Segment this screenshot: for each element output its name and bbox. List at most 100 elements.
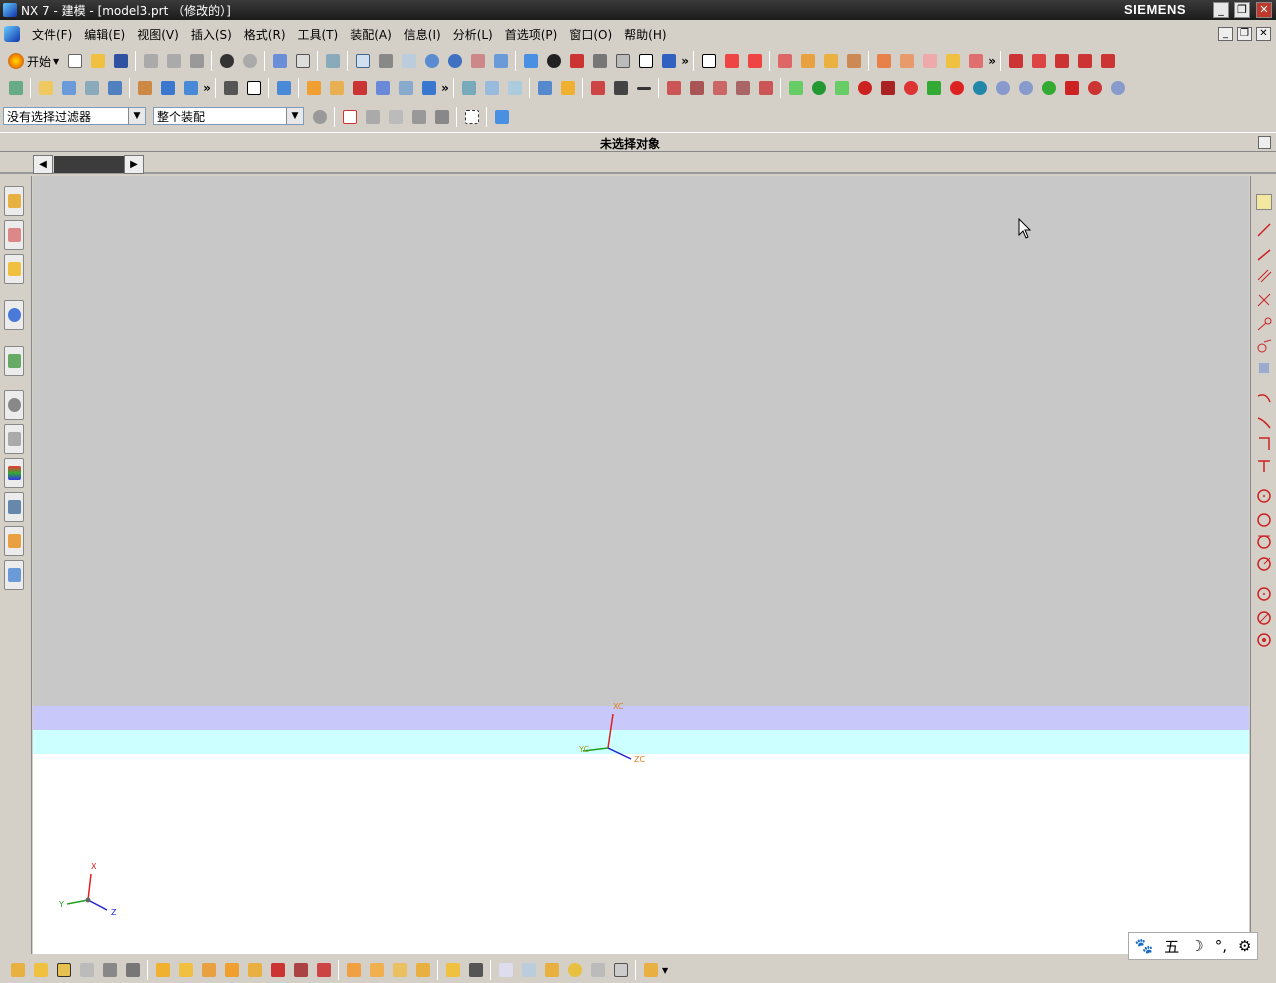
toolbar-overflow-icon[interactable]: » bbox=[202, 81, 212, 95]
doc-restore-button[interactable]: ❐ bbox=[1237, 27, 1252, 41]
spline-icon[interactable] bbox=[1052, 51, 1072, 71]
menu-view[interactable]: 视图(V) bbox=[131, 26, 185, 43]
select-curve-icon[interactable] bbox=[432, 107, 452, 127]
block-icon[interactable] bbox=[158, 78, 178, 98]
ruled-icon[interactable] bbox=[505, 78, 525, 98]
curve-edit-icon[interactable] bbox=[611, 78, 631, 98]
curve-icon[interactable] bbox=[1006, 51, 1026, 71]
snap-existing-point-icon[interactable] bbox=[786, 78, 806, 98]
instance-icon[interactable] bbox=[222, 960, 242, 980]
fillet-curve-icon[interactable] bbox=[1098, 51, 1118, 71]
bottom-toolbar-dropdown-icon[interactable]: ▼ bbox=[662, 966, 668, 975]
menu-window[interactable]: 窗口(O) bbox=[563, 26, 618, 43]
trim-icon[interactable] bbox=[268, 960, 288, 980]
reuse-library-icon[interactable] bbox=[4, 346, 24, 376]
menu-insert[interactable]: 插入(S) bbox=[185, 26, 238, 43]
paste-icon[interactable] bbox=[187, 51, 207, 71]
snap-control-icon[interactable] bbox=[832, 78, 852, 98]
snap-star-icon[interactable] bbox=[1108, 78, 1128, 98]
circle-3pt-icon[interactable] bbox=[1256, 512, 1272, 528]
soft-blend-icon[interactable] bbox=[390, 960, 410, 980]
rotate-icon[interactable] bbox=[445, 51, 465, 71]
restore-button[interactable]: ❐ bbox=[1234, 2, 1250, 18]
link-icon[interactable] bbox=[270, 51, 290, 71]
snap-quadrant-icon[interactable] bbox=[878, 78, 898, 98]
snap-point-icon[interactable] bbox=[699, 51, 719, 71]
measure-length-icon[interactable] bbox=[821, 51, 841, 71]
table-icon[interactable] bbox=[611, 960, 631, 980]
patch-icon[interactable] bbox=[314, 960, 334, 980]
sketch-icon[interactable] bbox=[6, 78, 26, 98]
redo-icon[interactable] bbox=[240, 51, 260, 71]
arc-icon[interactable] bbox=[1256, 390, 1272, 406]
window-arrange-icon[interactable] bbox=[293, 51, 313, 71]
history-icon[interactable] bbox=[4, 390, 24, 420]
undo-icon[interactable] bbox=[217, 51, 237, 71]
doc-close-button[interactable]: ✕ bbox=[1256, 27, 1271, 41]
snap-mushroom-icon[interactable] bbox=[1062, 78, 1082, 98]
pan-icon[interactable] bbox=[468, 51, 488, 71]
select-feature-icon[interactable] bbox=[409, 107, 429, 127]
play-icon[interactable] bbox=[565, 960, 585, 980]
chamfer-icon[interactable] bbox=[327, 78, 347, 98]
view-fit-icon[interactable] bbox=[496, 960, 516, 980]
snap-grid-icon[interactable] bbox=[466, 960, 486, 980]
circle-concentric-icon[interactable] bbox=[1256, 632, 1272, 648]
open-folder-icon[interactable] bbox=[88, 51, 108, 71]
chevron-down-icon[interactable]: ▼ bbox=[286, 108, 303, 124]
doc-minimize-button[interactable]: _ bbox=[1218, 27, 1233, 41]
offset-curve-icon[interactable] bbox=[756, 78, 776, 98]
print-icon[interactable] bbox=[323, 51, 343, 71]
point-icon[interactable] bbox=[1029, 51, 1049, 71]
scroll-left-button[interactable]: ◀ bbox=[33, 155, 53, 174]
gear-icon[interactable]: ⚙ bbox=[1238, 937, 1251, 955]
render-style-icon[interactable] bbox=[544, 51, 564, 71]
circle-point-icon[interactable] bbox=[1256, 586, 1272, 602]
menu-edit[interactable]: 编辑(E) bbox=[78, 26, 131, 43]
menu-assembly[interactable]: 装配(A) bbox=[344, 26, 398, 43]
rectangle-select-icon[interactable] bbox=[462, 107, 482, 127]
snap-mid-icon[interactable] bbox=[745, 51, 765, 71]
circle-tangent-icon[interactable] bbox=[1256, 338, 1272, 354]
gear-filter-icon[interactable] bbox=[310, 107, 330, 127]
assembly-navigator-icon[interactable] bbox=[4, 186, 24, 216]
line-icon[interactable] bbox=[1256, 222, 1272, 238]
corner-icon[interactable] bbox=[1256, 436, 1272, 452]
snap-tangent-icon[interactable] bbox=[901, 78, 921, 98]
snap-circle-icon[interactable] bbox=[809, 78, 829, 98]
graphics-window[interactable]: XC YC ZC X Y Z bbox=[33, 176, 1249, 954]
menu-file[interactable]: 文件(F) bbox=[26, 26, 78, 43]
snap-arc-center-icon[interactable] bbox=[855, 78, 875, 98]
menu-preferences[interactable]: 首选项(P) bbox=[499, 26, 564, 43]
draft-icon[interactable] bbox=[373, 78, 393, 98]
chevron-down-icon[interactable]: ▼ bbox=[128, 108, 145, 124]
snap-gear-icon[interactable] bbox=[993, 78, 1013, 98]
snap-plus-icon[interactable] bbox=[1039, 78, 1059, 98]
moon-icon[interactable]: ☽ bbox=[1190, 937, 1203, 955]
line-by-point-icon[interactable] bbox=[1256, 246, 1272, 262]
layer-icon[interactable] bbox=[613, 51, 633, 71]
menu-format[interactable]: 格式(R) bbox=[238, 26, 292, 43]
snap-cross-icon[interactable] bbox=[1085, 78, 1105, 98]
paw-icon[interactable]: 🐾 bbox=[1135, 937, 1154, 955]
circle-center-icon[interactable] bbox=[1256, 488, 1272, 504]
menu-analysis[interactable]: 分析(L) bbox=[447, 26, 499, 43]
extract-icon[interactable] bbox=[176, 960, 196, 980]
move-object-icon[interactable] bbox=[123, 960, 143, 980]
fit-view-icon[interactable] bbox=[353, 51, 373, 71]
split-icon[interactable] bbox=[291, 960, 311, 980]
intersect-curve-icon[interactable] bbox=[733, 78, 753, 98]
hole-icon[interactable] bbox=[135, 78, 155, 98]
scroll-right-button[interactable]: ▶ bbox=[124, 155, 144, 174]
arc-tangent-icon[interactable] bbox=[1256, 414, 1272, 430]
return-icon[interactable] bbox=[363, 107, 383, 127]
wave-icon[interactable] bbox=[634, 78, 654, 98]
snap-intersection-icon[interactable] bbox=[924, 78, 944, 98]
selection-scope-dropdown[interactable]: 整个装配 ▼ bbox=[153, 107, 304, 125]
measure-bottom-icon[interactable] bbox=[588, 960, 608, 980]
snap-end-icon[interactable] bbox=[722, 51, 742, 71]
menu-tools[interactable]: 工具(T) bbox=[292, 26, 345, 43]
datum-axis-icon[interactable] bbox=[31, 960, 51, 980]
punctuation-icon[interactable]: °, bbox=[1215, 937, 1227, 955]
thicken-icon[interactable] bbox=[558, 78, 578, 98]
